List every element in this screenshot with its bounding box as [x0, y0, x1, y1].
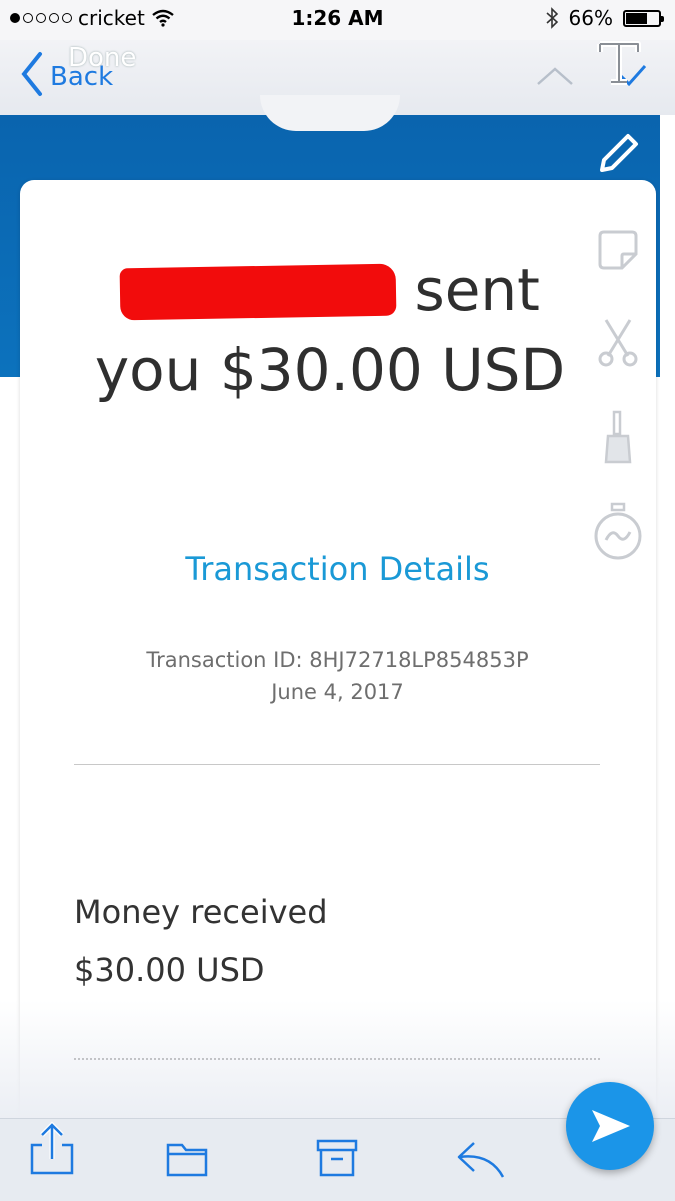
transaction-id: Transaction ID: 8HJ72718LP854853P — [146, 648, 529, 672]
redacted-sender-name — [119, 263, 397, 321]
transaction-date: June 4, 2017 — [271, 680, 404, 704]
pencil-icon[interactable] — [594, 130, 642, 178]
status-right: 66% — [545, 6, 664, 30]
done-button[interactable]: Done — [68, 43, 136, 73]
share-icon[interactable] — [26, 1119, 80, 1183]
transaction-details-link[interactable]: Transaction Details — [0, 550, 675, 588]
section-divider — [74, 764, 600, 765]
bluetooth-icon — [546, 7, 558, 29]
folder-icon[interactable] — [166, 1141, 208, 1177]
text-tool-icon[interactable] — [596, 40, 642, 88]
scissors-icon[interactable] — [596, 316, 640, 368]
headline-line1-text: sent — [414, 256, 540, 324]
back-chevron-icon[interactable] — [18, 48, 46, 100]
headline-line2-text: you $30.00 USD — [94, 336, 566, 404]
send-icon — [592, 1110, 630, 1142]
payment-headline: sent you $30.00 USD — [80, 250, 580, 410]
battery-icon — [623, 9, 664, 27]
money-received-amount: $30.00 USD — [74, 951, 265, 989]
money-received-label: Money received — [74, 893, 328, 931]
battery-percent: 66% — [568, 6, 613, 30]
timer-icon[interactable] — [592, 502, 644, 562]
brush-icon[interactable] — [602, 410, 634, 464]
status-bar: cricket 1:26 AM 66% — [0, 0, 675, 40]
archive-icon[interactable] — [316, 1139, 358, 1177]
chevron-up-icon[interactable] — [536, 66, 574, 86]
reply-icon[interactable] — [456, 1139, 506, 1179]
sticker-icon[interactable] — [594, 226, 642, 274]
send-button[interactable] — [566, 1082, 654, 1170]
